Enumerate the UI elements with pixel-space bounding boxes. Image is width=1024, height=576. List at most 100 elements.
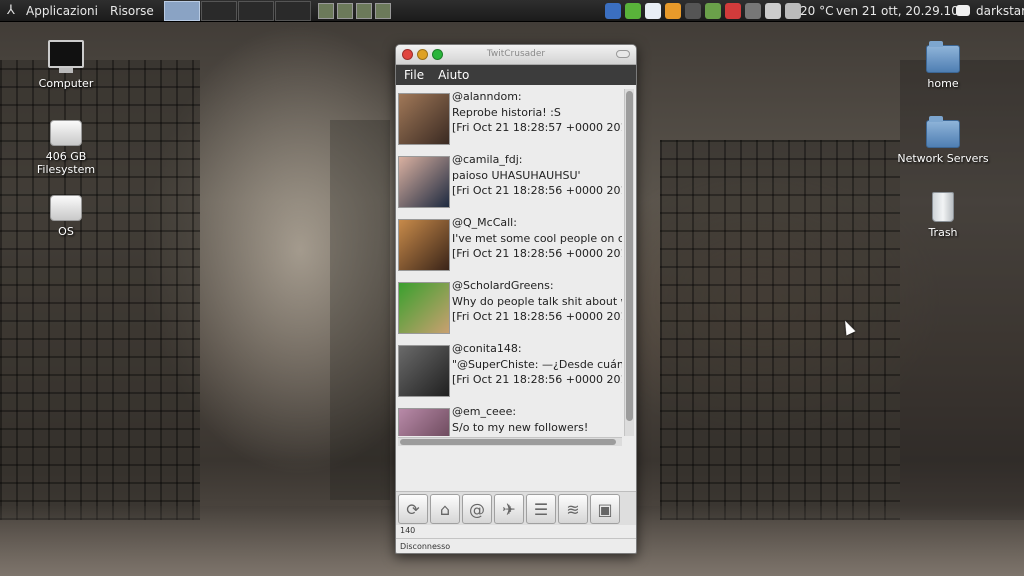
window-menubar: File Aiuto	[396, 65, 636, 85]
direct-messages-icon: ✈	[502, 499, 516, 519]
home-timeline-button[interactable]: ⌂	[430, 494, 460, 524]
task-window-icon[interactable]	[336, 2, 353, 19]
volume-icon[interactable]	[765, 3, 781, 19]
tweet-item[interactable]: @ScholardGreens: Why do people talk shit…	[398, 278, 622, 341]
tweet-username[interactable]: @Q_McCall:	[452, 215, 622, 231]
workspace-4[interactable]	[274, 0, 311, 21]
home-folder-icon	[926, 41, 960, 73]
tweet-date: [Fri Oct 21 18:28:56 +0000 201	[452, 373, 622, 386]
task-window-icon[interactable]	[355, 2, 372, 19]
scrollbar-thumb[interactable]	[400, 439, 616, 445]
mail-icon[interactable]	[705, 3, 721, 19]
tweet-username[interactable]: @alanndom:	[452, 89, 622, 105]
tweet-item[interactable]: @camila_fdj: paioso UHASUHAUHSU' [Fri Oc…	[398, 152, 622, 215]
mentions-icon: @	[469, 499, 485, 519]
tweet-text: "@SuperChiste: —¿Desde cuándo	[452, 357, 622, 371]
signal-icon[interactable]	[785, 3, 801, 19]
tweet-date: [Fri Oct 21 18:28:57 +0000 201	[452, 121, 622, 134]
places-menu[interactable]: Risorse	[110, 4, 154, 18]
twitcrusader-window: TwitCrusader File Aiuto @alanndom: Repro…	[395, 44, 637, 554]
tweet-item[interactable]: @alanndom: Reprobe historia! :S [Fri Oct…	[398, 89, 622, 152]
applications-menu[interactable]: Applicazioni	[26, 4, 98, 18]
user-menu[interactable]: darkstar	[956, 4, 1024, 18]
workspace-3[interactable]	[237, 0, 274, 21]
refresh-button[interactable]: ⟳	[398, 494, 428, 524]
menu-help[interactable]: Aiuto	[438, 68, 469, 82]
disk-icon	[50, 120, 82, 146]
menu-file[interactable]: File	[404, 68, 424, 82]
desktop-icon-network-servers[interactable]: Network Servers	[893, 116, 993, 165]
desktop-icon-label: Computer	[38, 77, 94, 90]
refresh-icon: ⟳	[406, 499, 420, 519]
avatar	[398, 408, 450, 436]
wallpaper-building-right	[660, 140, 900, 520]
monitor-icon	[48, 40, 84, 73]
tweet-text: Reprobe historia! :S	[452, 105, 561, 119]
desktop-icon-label: Network Servers	[897, 152, 989, 165]
feed-vertical-scrollbar[interactable]	[624, 89, 634, 436]
favorites-button[interactable]: ☰	[526, 494, 556, 524]
chat-bubble-icon	[956, 5, 970, 16]
workspace-1[interactable]	[163, 0, 200, 21]
avatar	[398, 345, 450, 397]
mentions-button[interactable]: @	[462, 494, 492, 524]
toolbar-toggle-button[interactable]	[616, 50, 630, 58]
character-counter: 140	[400, 526, 416, 535]
direct-messages-button[interactable]: ✈	[494, 494, 524, 524]
favorites-icon: ☰	[533, 499, 549, 519]
network-icon[interactable]	[645, 3, 661, 19]
window-titlebar[interactable]: TwitCrusader	[396, 45, 636, 65]
tweet-item[interactable]: @conita148: "@SuperChiste: —¿Desde cuánd…	[398, 341, 622, 404]
task-window-icon[interactable]	[374, 2, 391, 19]
tweet-item[interactable]: @Q_McCall: I've met some cool people on …	[398, 215, 622, 278]
shield-icon[interactable]	[605, 3, 621, 19]
tweet-username[interactable]: @em_ceee:	[452, 404, 622, 420]
chat-icon[interactable]	[685, 3, 701, 19]
scrollbar-thumb[interactable]	[626, 91, 633, 421]
task-icons	[317, 2, 394, 19]
update-icon[interactable]	[625, 3, 641, 19]
desktop-icon-trash[interactable]: Trash	[893, 192, 993, 239]
disk-icon	[50, 195, 82, 221]
tweet-username[interactable]: @conita148:	[452, 341, 622, 357]
distro-logo-icon[interactable]: ⅄	[0, 3, 22, 18]
profile-icon: ▣	[597, 499, 613, 519]
tweet-text: S/o to my new followers!	[452, 420, 589, 434]
avatar	[398, 156, 450, 208]
task-window-icon[interactable]	[317, 2, 334, 19]
desktop-icon-label: 406 GB Filesystem	[36, 150, 96, 176]
desktop-icon-computer[interactable]: Computer	[16, 40, 116, 90]
tweet-text: I've met some cool people on ca	[452, 231, 622, 245]
battery-icon[interactable]	[745, 3, 761, 19]
feed-horizontal-scrollbar[interactable]	[398, 437, 622, 446]
desktop-icon-label: home	[927, 77, 959, 90]
crossed-tools-icon[interactable]	[665, 3, 681, 19]
tweet-text: paioso UHASUHAUHSU'	[452, 168, 581, 182]
weather-temperature[interactable]: 20 °C	[800, 4, 833, 18]
lists-button[interactable]: ≋	[558, 494, 588, 524]
tweet-feed[interactable]: @alanndom: Reprobe historia! :S [Fri Oct…	[398, 89, 622, 436]
tweet-username[interactable]: @camila_fdj:	[452, 152, 622, 168]
desktop-icon-filesystem[interactable]: 406 GB Filesystem	[16, 120, 116, 176]
tweet-text: Why do people talk shit about wl	[452, 294, 622, 308]
window-title: TwitCrusader	[486, 49, 546, 59]
desktop-icon-label: Trash	[928, 226, 958, 239]
avatar	[398, 282, 450, 334]
username: darkstar	[976, 3, 1024, 18]
trash-icon	[932, 192, 954, 222]
desktop-icon-os[interactable]: OS	[16, 195, 116, 238]
lists-icon: ≋	[566, 499, 580, 519]
profile-button[interactable]: ▣	[590, 494, 620, 524]
avatar	[398, 93, 450, 145]
network-folder-icon	[926, 116, 960, 148]
tweet-item[interactable]: @em_ceee: S/o to my new followers!	[398, 404, 622, 436]
wallpaper-tower-center	[330, 120, 390, 500]
home-icon: ⌂	[439, 499, 451, 519]
desktop-icon-home[interactable]: home	[893, 41, 993, 90]
desktop-icon-label: OS	[58, 225, 74, 238]
tweet-date: [Fri Oct 21 18:28:56 +0000 201	[452, 247, 622, 260]
workspace-2[interactable]	[200, 0, 237, 21]
tweet-username[interactable]: @ScholardGreens:	[452, 278, 622, 294]
clock[interactable]: ven 21 ott, 20.29.10	[836, 4, 959, 18]
app-icon[interactable]	[725, 3, 741, 19]
